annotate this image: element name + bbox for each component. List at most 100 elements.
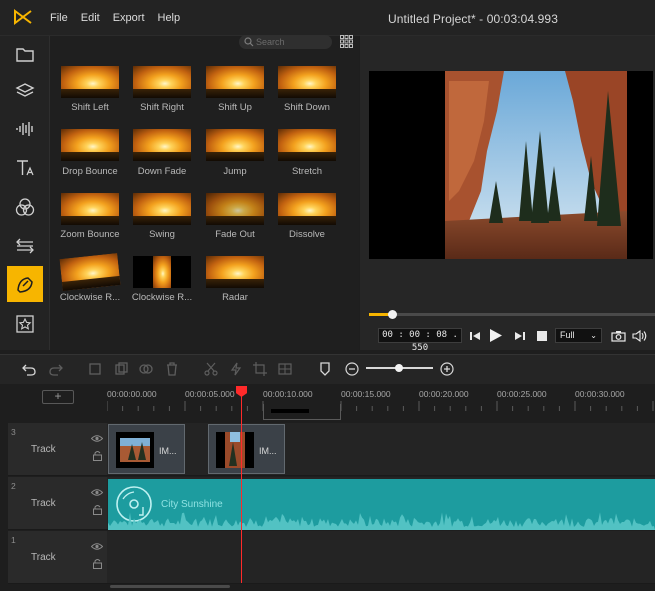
redo-icon[interactable] <box>49 362 63 376</box>
filter-icon <box>15 198 35 216</box>
preview-progress-handle[interactable] <box>387 310 397 319</box>
step-back-icon[interactable] <box>470 331 480 341</box>
lock-icon[interactable] <box>93 558 102 569</box>
stop-icon[interactable] <box>537 331 547 341</box>
track-lane[interactable]: IM... IM... <box>107 423 655 476</box>
timeline-zoom-handle[interactable] <box>395 364 403 372</box>
motion-icon <box>17 277 33 293</box>
sidebar-audio[interactable] <box>7 111 43 147</box>
eye-icon[interactable] <box>91 488 103 497</box>
eye-icon[interactable] <box>91 542 103 551</box>
menu-file[interactable]: File <box>50 12 68 24</box>
volume-icon[interactable] <box>632 330 648 342</box>
motion-thumb[interactable] <box>206 66 264 98</box>
track-number: 1 <box>11 535 16 545</box>
timeline-horizontal-scrollbar[interactable] <box>110 585 230 588</box>
lock-icon[interactable] <box>93 504 102 515</box>
sidebar-stickers[interactable] <box>7 306 43 342</box>
track-number: 3 <box>11 427 16 437</box>
sticker-icon <box>16 315 34 333</box>
zoom-in-icon[interactable] <box>440 362 454 376</box>
track-header: 3 Track <box>8 423 107 476</box>
clip-thumbnail <box>216 432 254 468</box>
motion-thumb[interactable] <box>206 129 264 161</box>
menu-bar: File Edit Export Help <box>50 12 180 24</box>
step-forward-icon[interactable] <box>515 331 525 341</box>
timeline-ruler[interactable]: 00:00:00.000 00:00:05.000 00:00:10.000 0… <box>107 384 655 422</box>
menu-export[interactable]: Export <box>113 12 145 24</box>
quality-value: Full <box>560 330 575 340</box>
sidebar-layers[interactable] <box>7 73 43 109</box>
sidebar-transitions[interactable] <box>7 228 43 264</box>
clip-label: IM... <box>159 446 177 456</box>
motion-thumb[interactable] <box>133 129 191 161</box>
motion-thumb[interactable] <box>278 129 336 161</box>
crop-icon[interactable] <box>88 362 102 376</box>
crop-frame-icon[interactable] <box>253 362 267 376</box>
sidebar <box>0 36 50 350</box>
app-logo-icon <box>14 9 32 25</box>
track-header: 2 Track <box>8 477 107 530</box>
undo-icon[interactable] <box>22 362 36 376</box>
motion-thumb[interactable] <box>133 193 191 225</box>
motion-thumb[interactable] <box>133 66 191 98</box>
playhead[interactable] <box>241 390 242 583</box>
track-header: 1 Track <box>8 531 107 584</box>
motion-keyframe-bar[interactable] <box>271 409 309 413</box>
video-clip[interactable]: IM... <box>108 424 185 474</box>
sidebar-text[interactable] <box>7 150 43 186</box>
chevron-down-icon: ⌄ <box>590 331 597 340</box>
motion-thumb[interactable] <box>206 193 264 225</box>
motion-thumb[interactable] <box>278 193 336 225</box>
motion-label: Swing <box>149 229 175 240</box>
motion-label: Radar <box>222 292 248 303</box>
motion-label: Shift Down <box>284 102 330 113</box>
motion-thumb[interactable] <box>206 256 264 288</box>
video-preview <box>369 71 653 259</box>
ruler-ticks <box>107 401 654 411</box>
clip-label: IM... <box>259 446 277 456</box>
motion-label: Clockwise R... <box>131 292 193 303</box>
mosaic-icon[interactable] <box>278 362 292 376</box>
add-track-button[interactable]: + <box>42 390 74 404</box>
sidebar-media[interactable] <box>7 36 43 72</box>
sidebar-motion[interactable] <box>7 266 43 302</box>
motion-thumb[interactable] <box>59 253 121 291</box>
zoom-out-icon[interactable] <box>345 362 359 376</box>
eye-icon[interactable] <box>91 434 103 443</box>
window-title: Untitled Project* - 00:03:04.993 <box>388 12 558 26</box>
motion-label: Fade Out <box>215 229 255 240</box>
search-icon[interactable] <box>244 37 254 47</box>
motion-label: Clockwise R... <box>59 292 121 303</box>
duplicate-icon[interactable] <box>139 362 153 376</box>
snapshot-camera-icon[interactable] <box>611 330 626 342</box>
copy-icon[interactable] <box>114 362 128 376</box>
preview-progress-bar[interactable] <box>369 313 655 316</box>
marker-icon[interactable] <box>318 362 332 376</box>
quality-select[interactable]: Full ⌄ <box>555 328 602 343</box>
lock-icon[interactable] <box>93 450 102 461</box>
play-icon[interactable] <box>489 328 503 343</box>
motion-label: Shift Left <box>71 102 109 113</box>
motion-thumb[interactable] <box>278 66 336 98</box>
video-clip[interactable]: IM... <box>208 424 285 474</box>
grid-view-icon[interactable] <box>340 35 353 48</box>
speed-icon[interactable] <box>229 362 243 376</box>
delete-icon[interactable] <box>165 362 179 376</box>
timecode-display[interactable]: 00 : 00 : 08 . 550 <box>378 328 462 353</box>
menu-help[interactable]: Help <box>158 12 181 24</box>
track-number: 2 <box>11 481 16 491</box>
audio-clip[interactable]: City Sunshine <box>108 479 655 530</box>
motion-thumb[interactable] <box>61 193 119 225</box>
menu-edit[interactable]: Edit <box>81 12 100 24</box>
folder-icon <box>16 48 34 62</box>
split-scissors-icon[interactable] <box>204 362 218 376</box>
motion-label: Drop Bounce <box>62 166 118 177</box>
sidebar-filters[interactable] <box>7 189 43 225</box>
motion-thumb[interactable] <box>61 66 119 98</box>
motion-thumb[interactable] <box>133 256 191 288</box>
track-lane[interactable] <box>107 531 655 584</box>
clip-thumbnail <box>116 432 154 468</box>
motion-label: Zoom Bounce <box>60 229 120 240</box>
motion-thumb[interactable] <box>61 129 119 161</box>
